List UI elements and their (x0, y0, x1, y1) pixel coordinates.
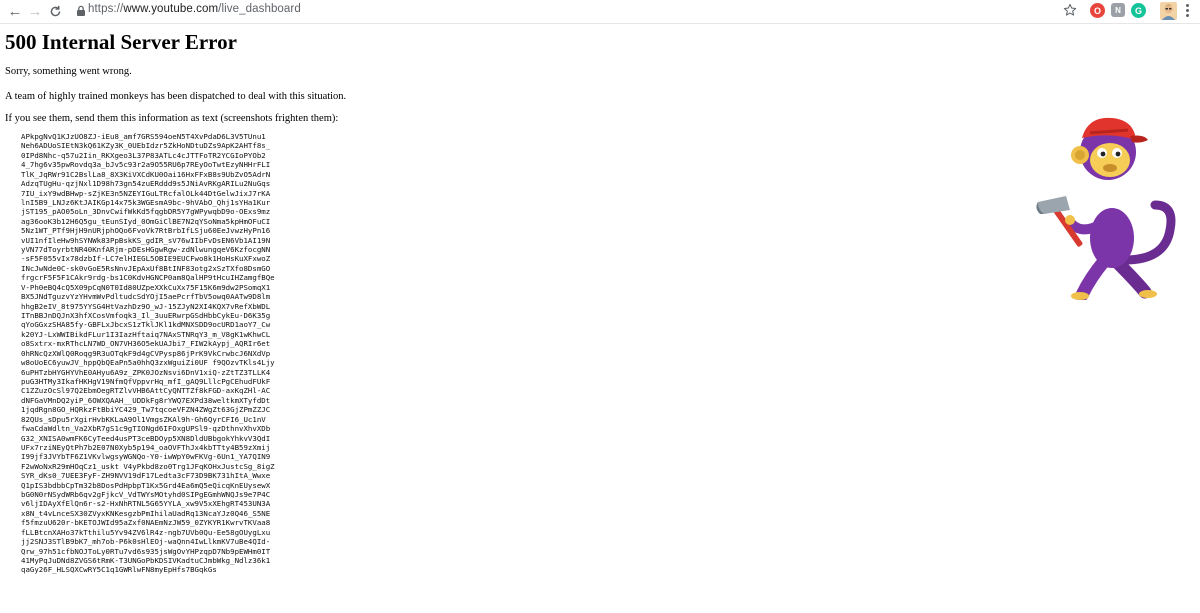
reload-icon[interactable] (46, 2, 64, 20)
instructions-message: If you see them, send them this informat… (5, 113, 339, 124)
forward-arrow-icon[interactable]: → (26, 2, 44, 20)
browser-toolbar: ← → https://www.youtube.com/live_dashboa… (0, 0, 1200, 24)
extension-icon[interactable]: N (1111, 3, 1125, 17)
address-bar[interactable]: https://www.youtube.com/live_dashboard (71, 2, 1111, 21)
debug-info-text: APkpgNvQ1KJzUO8ZJ-iEu8_amf7GRS594oeN5T4X… (21, 132, 275, 575)
lock-icon (77, 5, 85, 16)
profile-avatar[interactable] (1160, 2, 1177, 20)
url-protocol: https:// (88, 3, 124, 15)
url-text: https://www.youtube.com/live_dashboard (88, 3, 301, 15)
monkeys-message: A team of highly trained monkeys has bee… (5, 91, 347, 102)
browser-menu-icon[interactable] (1183, 3, 1191, 19)
sorry-message: Sorry, something went wrong. (5, 66, 132, 77)
bookmark-star-icon[interactable] (1063, 3, 1077, 17)
error-page: 500 Internal Server Error Sorry, somethi… (5, 24, 1005, 574)
page-title: 500 Internal Server Error (5, 30, 237, 54)
back-arrow-icon[interactable]: ← (6, 2, 24, 20)
opera-extension-icon[interactable]: O (1090, 3, 1105, 18)
url-path: /live_dashboard (218, 3, 301, 15)
url-host: www.youtube.com (123, 3, 219, 15)
grammarly-extension-icon[interactable]: G (1131, 3, 1146, 18)
monkey-mascot-illustration (1036, 117, 1176, 300)
